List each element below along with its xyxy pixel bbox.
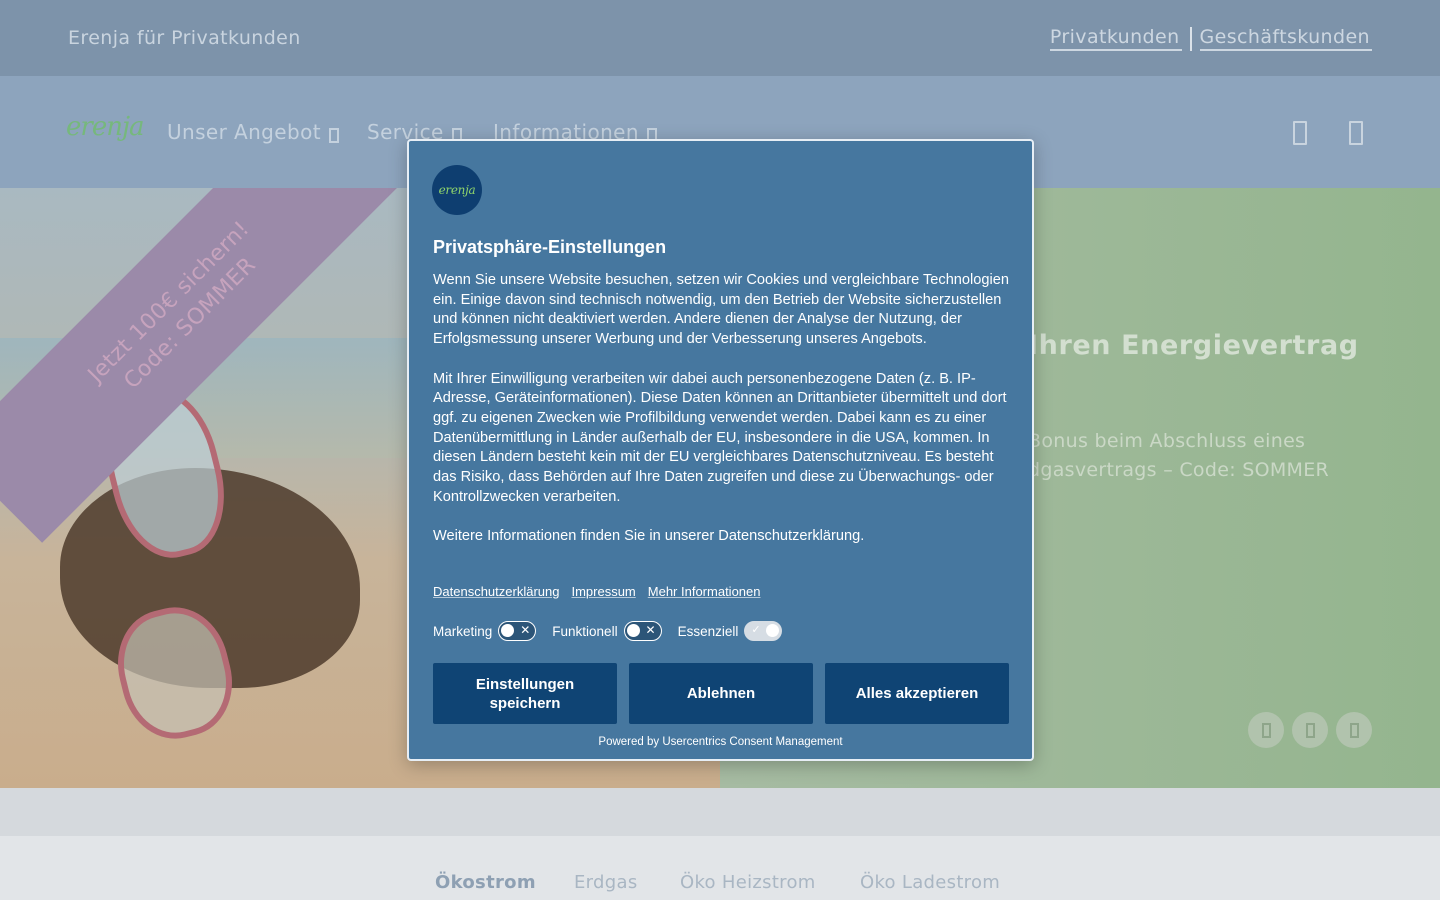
save-settings-button[interactable]: Einstellungen speichern	[433, 663, 617, 724]
nav-item-unser-angebot[interactable]: Unser Angebot	[167, 120, 339, 144]
powered-by-note: Powered by Usercentrics Consent Manageme…	[598, 736, 843, 748]
marketing-switch[interactable]: ✕	[498, 621, 537, 641]
toggle-marketing: Marketing ✕	[433, 621, 537, 641]
toggle-label: Funktionell	[552, 623, 618, 639]
consent-links: Datenschutzerklärung Impressum Mehr Info…	[433, 584, 761, 599]
close-icon: ✕	[645, 623, 656, 637]
consent-toggles: Marketing ✕ Funktionell ✕ Essenziell ✓	[433, 621, 798, 641]
site-logo[interactable]: erenja	[66, 112, 145, 142]
consent-paragraph: Mit Ihrer Einwilligung verarbeiten wir d…	[433, 370, 1007, 505]
link-impressum[interactable]: Impressum	[571, 584, 635, 599]
product-tabs: Ökostrom Erdgas Öko Heizstrom Öko Ladest…	[0, 836, 1440, 900]
consent-body: Wenn Sie unsere Website besuchen, setzen…	[433, 271, 1013, 567]
link-privatkunden[interactable]: Privatkunden	[1049, 26, 1182, 51]
link-mehr-informationen[interactable]: Mehr Informationen	[648, 584, 761, 599]
toggle-label: Marketing	[433, 623, 493, 639]
hero-subline-line: dgasvertrags – Code: SOMMER	[1028, 459, 1330, 481]
nav-item-label: Unser Angebot	[167, 120, 321, 144]
tab-erdgas[interactable]: Erdgas	[574, 872, 638, 893]
prev-icon	[1261, 722, 1271, 738]
funktionell-switch[interactable]: ✕	[623, 621, 662, 641]
divider-strip	[0, 788, 1440, 836]
segment-switcher: Privatkunden Geschäftskunden	[1049, 26, 1372, 51]
top-bar: Erenja für Privatkunden Privatkunden Ges…	[0, 0, 1440, 76]
switch-knob	[626, 624, 640, 637]
consent-buttons: Einstellungen speichern Ablehnen Alles a…	[433, 663, 1009, 724]
consent-paragraph: Wenn Sie unsere Website besuchen, setzen…	[433, 272, 1009, 348]
decline-button[interactable]: Ablehnen	[629, 663, 813, 724]
segment-title: Erenja für Privatkunden	[68, 27, 301, 49]
slider-next-button[interactable]	[1336, 712, 1372, 748]
toggle-funktionell: Funktionell ✕	[552, 621, 662, 641]
link-datenschutzerklaerung[interactable]: Datenschutzerklärung	[433, 584, 559, 599]
hero-headline: Ihren Energievertrag	[1028, 330, 1359, 361]
segment-divider	[1189, 26, 1192, 51]
switch-knob	[501, 624, 515, 637]
check-icon: ✓	[751, 624, 761, 636]
consent-paragraph: Weitere Informationen finden Sie in unse…	[433, 528, 865, 545]
slider-prev-button[interactable]	[1248, 712, 1284, 748]
pause-icon	[1305, 722, 1315, 738]
toggle-label: Essenziell	[677, 623, 739, 639]
consent-logo: erenja	[432, 165, 482, 215]
tab-oekostrom[interactable]: Ökostrom	[435, 872, 536, 893]
next-icon	[1349, 722, 1359, 738]
consent-dialog: erenja Privatsphäre-Einstellungen Wenn S…	[407, 139, 1034, 761]
user-icon[interactable]	[1349, 121, 1363, 145]
hero-subline: Bonus beim Abschluss eines dgasvertrags …	[1028, 427, 1408, 485]
tab-oeko-ladestrom[interactable]: Öko Ladestrom	[860, 872, 1000, 893]
link-geschaeftskunden[interactable]: Geschäftskunden	[1199, 26, 1372, 51]
essenziell-switch: ✓	[744, 621, 783, 641]
hero-subline-line: Bonus beim Abschluss eines	[1028, 430, 1306, 452]
slider-pause-button[interactable]	[1292, 712, 1328, 748]
close-icon: ✕	[520, 623, 531, 637]
switch-knob	[766, 624, 780, 637]
toggle-essenziell: Essenziell ✓	[678, 621, 783, 641]
chevron-down-icon	[328, 127, 339, 143]
search-icon[interactable]	[1293, 121, 1307, 145]
accept-all-button[interactable]: Alles akzeptieren	[825, 663, 1009, 724]
consent-title: Privatsphäre-Einstellungen	[433, 237, 667, 257]
tab-oeko-heizstrom[interactable]: Öko Heizstrom	[680, 872, 816, 893]
